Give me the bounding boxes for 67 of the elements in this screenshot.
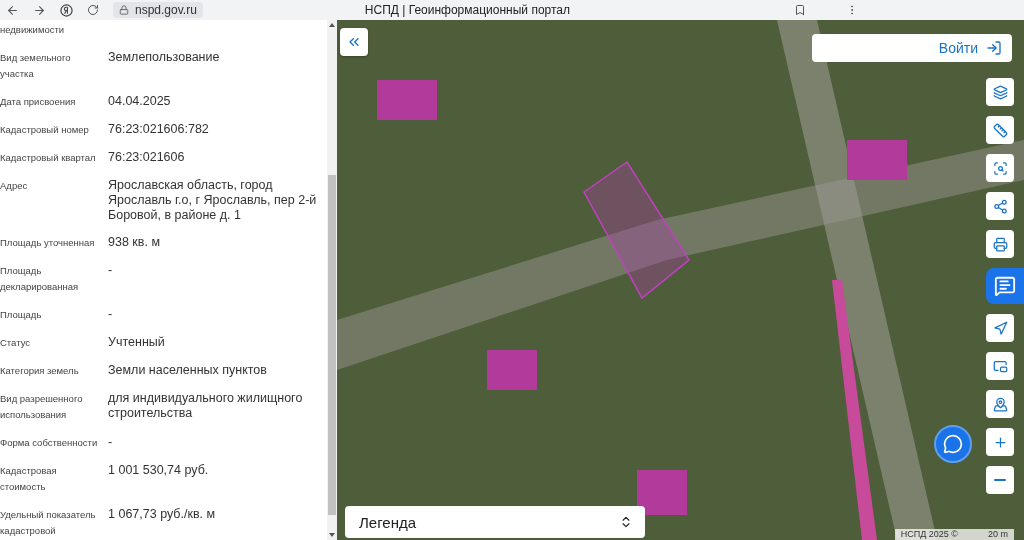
attribution-text: НСПД 2025 ©: [900, 529, 958, 540]
field-label: Площадь уточненная: [0, 236, 96, 250]
browser-logo-icon[interactable]: [60, 3, 73, 17]
scan-search-button[interactable]: [986, 154, 1014, 182]
field-label: Площадь: [0, 308, 43, 322]
collapse-button[interactable]: [340, 28, 368, 56]
ruler-icon: [992, 122, 1008, 138]
layers-icon: [992, 84, 1008, 100]
field-value: Землепользование: [108, 50, 221, 66]
field-label: Адрес: [0, 179, 29, 193]
field-value: -: [108, 435, 114, 451]
ruler-button[interactable]: [986, 116, 1014, 144]
scan-search-icon: [992, 160, 1008, 176]
chat-bubble-icon: [943, 434, 963, 454]
scroll-thumb[interactable]: [328, 175, 336, 515]
zoom-in-icon: [992, 434, 1008, 450]
field-value: Учтенный: [108, 335, 166, 351]
field-label: Дата присвоения: [0, 95, 77, 109]
field-label: Удельный показатель кадастровой: [0, 508, 97, 538]
url-text: nspd.gov.ru: [135, 3, 197, 17]
scale-label: 20 m: [988, 529, 1008, 540]
bookmark-icon[interactable]: [794, 4, 806, 16]
feedback-button[interactable]: [986, 268, 1024, 304]
address-bar[interactable]: nspd.gov.ru: [113, 2, 203, 18]
lock-icon: [119, 5, 129, 15]
share-icon: [992, 198, 1008, 214]
legend-dropdown[interactable]: Легенда: [345, 506, 645, 538]
back-icon[interactable]: [6, 3, 19, 17]
map-pin-icon: [992, 396, 1008, 412]
field-label: Площадь декларированная: [0, 264, 80, 294]
page-title: НСПД | Геоинформационный портал: [364, 3, 570, 17]
navigation-arrow-icon: [992, 320, 1008, 336]
field-value: для индивидуального жилищного строительства: [108, 391, 304, 422]
field-label: Кадастровый квартал: [0, 151, 97, 165]
field-value: 1 001 530,74 руб.: [108, 463, 210, 479]
field-value: Земли населенных пунктов: [108, 363, 268, 379]
field-label: недвижимости: [0, 23, 66, 37]
field-label: Вид разрешенного использования: [0, 392, 84, 422]
login-button[interactable]: Войти: [812, 34, 1012, 62]
picture-in-picture-button[interactable]: [986, 352, 1014, 380]
reload-icon[interactable]: [87, 4, 99, 16]
printer-icon: [992, 236, 1008, 252]
map-pin-button[interactable]: [986, 390, 1014, 418]
field-value: 76:23:021606:782: [108, 122, 210, 138]
field-label: Вид земельного участка: [0, 51, 72, 81]
field-value: -: [108, 263, 114, 279]
field-value: 938 кв. м: [108, 235, 161, 251]
login-icon: [986, 40, 1002, 56]
field-value: 1 067,73 руб./кв. м: [108, 507, 217, 523]
layers-button[interactable]: [986, 78, 1014, 106]
navigation-arrow-button[interactable]: [986, 314, 1014, 342]
forward-icon[interactable]: [33, 3, 46, 17]
field-label: Форма собственности: [0, 436, 99, 450]
field-value: 04.04.2025: [108, 94, 172, 110]
field-value: 76:23:021606: [108, 150, 186, 166]
zoom-in-button[interactable]: [986, 428, 1014, 456]
field-label: Кадастровый номер: [0, 123, 90, 137]
speech-bubble-icon: [994, 275, 1016, 297]
printer-button[interactable]: [986, 230, 1014, 258]
zoom-out-button[interactable]: [986, 466, 1014, 494]
field-label: Статус: [0, 336, 32, 350]
field-label: Категория земель: [0, 364, 80, 378]
field-value: -: [108, 307, 114, 323]
field-label: Кадастровая стоимость: [0, 464, 58, 494]
share-button[interactable]: [986, 192, 1014, 220]
field-value: Ярославская область, город Ярославль г.о, г Ярославль, пер 2-й Боровой, в районе д. 1: [108, 178, 318, 223]
picture-in-picture-icon: [992, 358, 1008, 374]
